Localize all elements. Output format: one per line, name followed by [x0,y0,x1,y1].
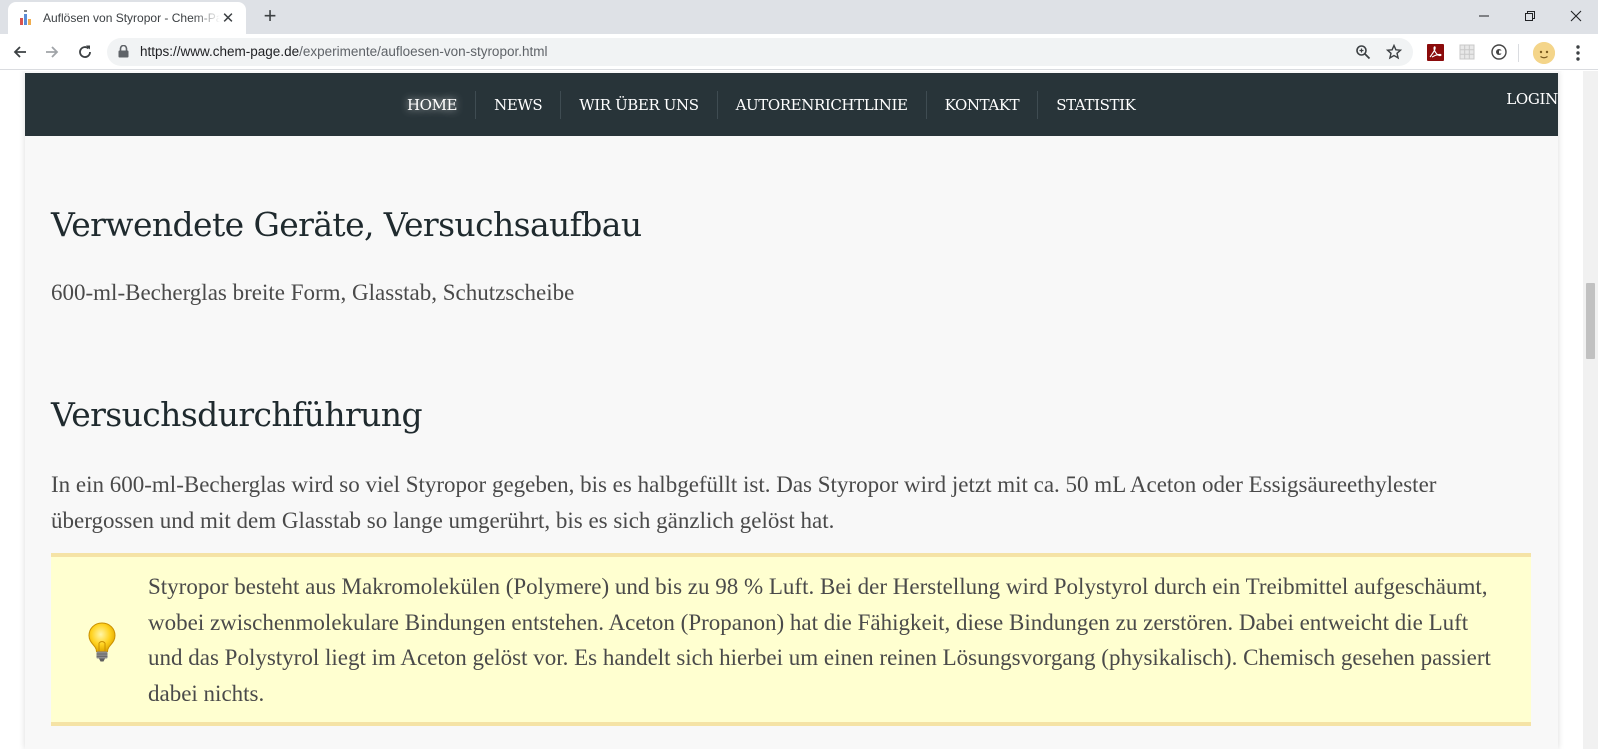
reload-icon[interactable] [73,40,97,64]
heading-procedure: Versuchsdurchführung [51,395,423,434]
devices-paragraph: 600-ml-Becherglas breite Form, Glasstab,… [51,280,575,305]
star-icon[interactable] [1385,43,1403,61]
procedure-paragraph: In ein 600-ml-Becherglas wird so viel St… [51,472,1437,533]
login-link[interactable]: LOGIN [1506,90,1558,108]
browser-toolbar: https://www.chem-page.de/experimente/auf… [0,34,1598,70]
window-minimize-button[interactable] [1461,0,1507,32]
url-path: /experimente/aufloesen-von-styropor.html [299,44,548,59]
address-bar[interactable]: https://www.chem-page.de/experimente/auf… [107,38,1413,66]
flask-favicon-icon [18,10,34,26]
nav-home[interactable]: HOME [389,91,475,119]
main-menu: HOME NEWS WIR ÜBER UNS AUTORENRICHTLINIE… [389,73,1153,136]
info-box: Styropor besteht aus Makromolekülen (Pol… [51,553,1531,726]
zoom-icon[interactable] [1354,43,1372,61]
vertical-scrollbar[interactable] [1583,71,1598,749]
new-tab-button[interactable]: + [258,5,282,29]
page-container: HOME NEWS WIR ÜBER UNS AUTORENRICHTLINIE… [25,71,1558,749]
window-close-button[interactable] [1553,0,1598,32]
nav-autorenrichtlinie[interactable]: AUTORENRICHTLINIE [716,90,926,119]
window-restore-button[interactable] [1507,0,1553,32]
site-navbar: HOME NEWS WIR ÜBER UNS AUTORENRICHTLINIE… [25,73,1558,136]
heading-devices: Verwendete Geräte, Versuchsaufbau [51,205,642,244]
forward-arrow-icon[interactable] [40,40,64,64]
nav-kontakt[interactable]: KONTAKT [925,90,1038,119]
back-arrow-icon[interactable] [8,40,32,64]
toolbar-separator [1518,44,1519,62]
info-box-text: Styropor besteht aus Makromolekülen (Pol… [148,574,1491,706]
grid-extension-icon[interactable] [1458,43,1476,61]
browser-tab-strip: Auflösen von Styropor - Chem-Page ✕ + [0,0,1598,34]
url-host: https://www.chem-page.de [140,44,300,59]
scrollbar-thumb[interactable] [1586,283,1595,359]
pdf-extension-icon[interactable] [1426,43,1444,61]
lock-icon[interactable] [118,44,129,63]
nav-news[interactable]: NEWS [475,90,560,119]
tab-title: Auflösen von Styropor - Chem-Page [43,11,221,25]
nav-statistik[interactable]: STATISTIK [1037,90,1153,119]
nav-wir-ueber-uns[interactable]: WIR ÜBER UNS [560,90,716,119]
url-text[interactable]: https://www.chem-page.de/experimente/auf… [140,44,547,59]
browser-tab[interactable]: Auflösen von Styropor - Chem-Page ✕ [8,2,246,34]
menu-dots-icon[interactable] [1570,42,1586,64]
profile-avatar[interactable] [1533,42,1555,64]
ghost-extension-icon[interactable] [1490,43,1508,61]
lightbulb-icon [87,621,117,663]
page-viewport: HOME NEWS WIR ÜBER UNS AUTORENRICHTLINIE… [0,71,1583,749]
tab-close-icon[interactable]: ✕ [220,9,236,27]
